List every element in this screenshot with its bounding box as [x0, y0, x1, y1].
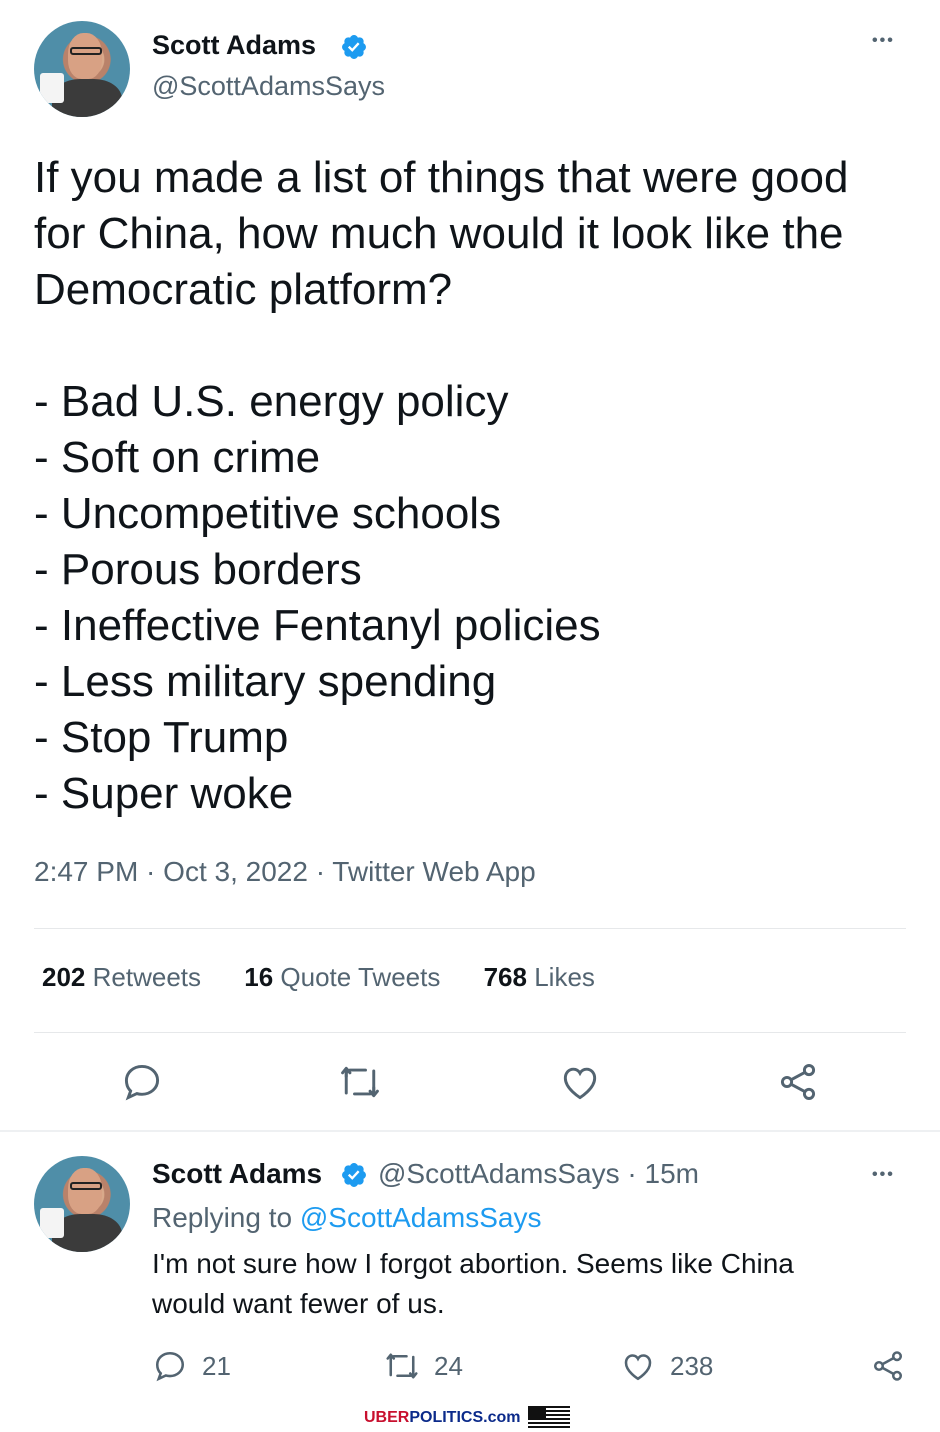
- tweet-stats: 202 Retweets 16 Quote Tweets 768 Likes: [42, 962, 631, 993]
- tweet-list-item: - Bad U.S. energy policy: [34, 377, 509, 426]
- reply-text: I'm not sure how I forgot abortion. Seem…: [152, 1248, 794, 1319]
- avatar-glasses: [70, 1182, 102, 1190]
- reply-icon: [124, 1064, 160, 1101]
- tweet-line: If you made a list of things that were g…: [34, 153, 849, 202]
- reply-author-avatar[interactable]: [34, 1156, 130, 1252]
- tweet-list-item: - Less military spending: [34, 657, 497, 706]
- tweet-list-item: - Super woke: [34, 769, 294, 818]
- reply-icon: [155, 1351, 185, 1382]
- reply-count: 21: [202, 1350, 231, 1381]
- divider: [34, 1032, 906, 1033]
- likes-label: Likes: [534, 962, 595, 992]
- reply-author-handle-line: @ScottAdamsSays · 15m: [378, 1158, 699, 1190]
- tweet-list-item: - Stop Trump: [34, 713, 289, 762]
- reply-reply-button[interactable]: 21: [152, 1346, 231, 1386]
- tweet-line: for China, how much would it look like t…: [34, 209, 844, 258]
- replying-to: Replying to @ScottAdamsSays: [152, 1202, 542, 1234]
- reply-like-button[interactable]: 238: [620, 1346, 713, 1386]
- like-icon: [563, 1067, 597, 1100]
- quote-tweets-count: 16: [244, 962, 274, 992]
- avatar-face: [68, 33, 102, 79]
- avatar-glasses: [70, 47, 102, 55]
- like-icon: [624, 1354, 652, 1381]
- watermark-brand-uber: UBER: [364, 1409, 410, 1426]
- verified-badge-icon: [342, 35, 366, 59]
- reply-share-button[interactable]: [870, 1346, 920, 1386]
- tweet-list-item: - Uncompetitive schools: [34, 489, 502, 538]
- more-options-icon[interactable]: •••: [872, 32, 895, 50]
- quote-tweets-label: Quote Tweets: [280, 962, 441, 992]
- reply-author-name[interactable]: Scott Adams: [152, 1158, 322, 1189]
- author-handle[interactable]: @ScottAdamsSays: [152, 71, 385, 102]
- verified-badge-icon: [342, 1163, 366, 1187]
- like-count: 238: [670, 1350, 714, 1381]
- retweets-count: 202: [42, 962, 86, 992]
- divider: [34, 928, 906, 929]
- like-button[interactable]: [558, 1060, 602, 1104]
- tweet-line: Democratic platform?: [34, 265, 453, 314]
- reply-author-handle[interactable]: @ScottAdamsSays: [378, 1158, 620, 1189]
- retweets-stat[interactable]: 202 Retweets: [42, 962, 201, 992]
- retweet-icon: [341, 1066, 379, 1098]
- share-button[interactable]: [776, 1060, 820, 1104]
- likes-stat[interactable]: 768 Likes: [484, 962, 595, 992]
- quote-tweets-stat[interactable]: 16 Quote Tweets: [244, 962, 440, 992]
- share-icon: [873, 1351, 903, 1381]
- avatar-mug: [40, 73, 64, 103]
- tweet-list-item: - Porous borders: [34, 545, 362, 594]
- retweet-icon: [386, 1353, 418, 1379]
- reply-header: Scott Adams: [152, 1158, 322, 1190]
- watermark: UBER POLITICS.com: [364, 1406, 571, 1430]
- tweet-list-item: - Ineffective Fentanyl policies: [34, 601, 601, 650]
- author-avatar[interactable]: [34, 21, 130, 117]
- retweet-count: 24: [434, 1350, 463, 1381]
- tweet-text: If you made a list of things that were g…: [34, 150, 914, 822]
- reply-time-ago[interactable]: · 15m: [627, 1158, 699, 1189]
- section-divider: [0, 1130, 940, 1132]
- tweet-list-item: - Soft on crime: [34, 433, 321, 482]
- share-icon: [780, 1064, 816, 1100]
- replying-to-prefix: Replying to: [152, 1202, 293, 1233]
- likes-count: 768: [483, 962, 527, 992]
- reply-button[interactable]: [120, 1060, 164, 1104]
- avatar-face: [68, 1168, 102, 1214]
- us-flag-icon: [528, 1406, 571, 1430]
- replying-to-handle-link[interactable]: @ScottAdamsSays: [300, 1202, 542, 1233]
- author-name[interactable]: Scott Adams: [152, 30, 316, 61]
- reply-more-options-icon[interactable]: •••: [872, 1166, 895, 1184]
- avatar-mug: [40, 1208, 64, 1238]
- reply-retweet-button[interactable]: 24: [384, 1346, 463, 1386]
- retweets-label: Retweets: [92, 962, 202, 992]
- tweet-timestamp[interactable]: 2:47 PM · Oct 3, 2022 · Twitter Web App: [34, 856, 536, 888]
- watermark-brand-politics: POLITICS.com: [409, 1409, 521, 1426]
- retweet-button[interactable]: [338, 1060, 382, 1104]
